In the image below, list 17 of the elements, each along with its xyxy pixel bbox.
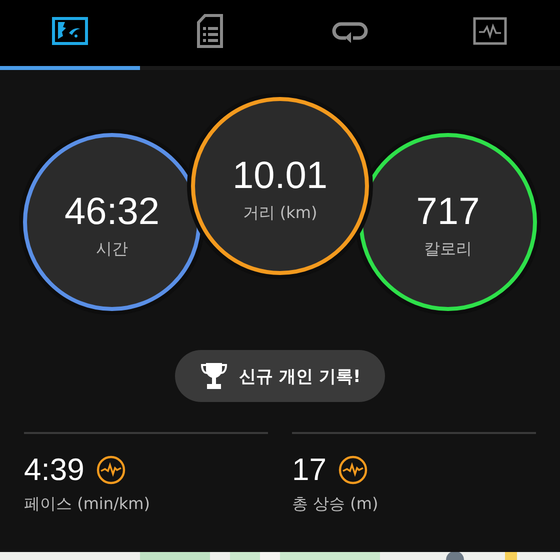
pulse-icon: [96, 455, 126, 485]
stat-value: 717: [416, 190, 480, 234]
metric-value: 4:39: [24, 452, 84, 488]
stat-value: 10.01: [232, 154, 328, 198]
stat-label: 거리 (km): [242, 203, 318, 224]
metric-label: 총 상승 (m): [292, 494, 380, 515]
trophy-icon: [201, 362, 228, 390]
metric-label: 페이스 (min/km): [24, 494, 151, 515]
stat-label: 시간: [96, 239, 128, 260]
document-icon: [197, 14, 223, 48]
personal-record-button[interactable]: 신규 개인 기록!: [175, 350, 385, 402]
pulse-icon: [338, 455, 368, 485]
stat-label: 칼로리: [424, 239, 472, 260]
overview-icon: [52, 17, 88, 45]
stat-value: 46:32: [64, 190, 160, 234]
chart-icon: [473, 17, 507, 45]
metric-value: 17: [292, 452, 326, 488]
